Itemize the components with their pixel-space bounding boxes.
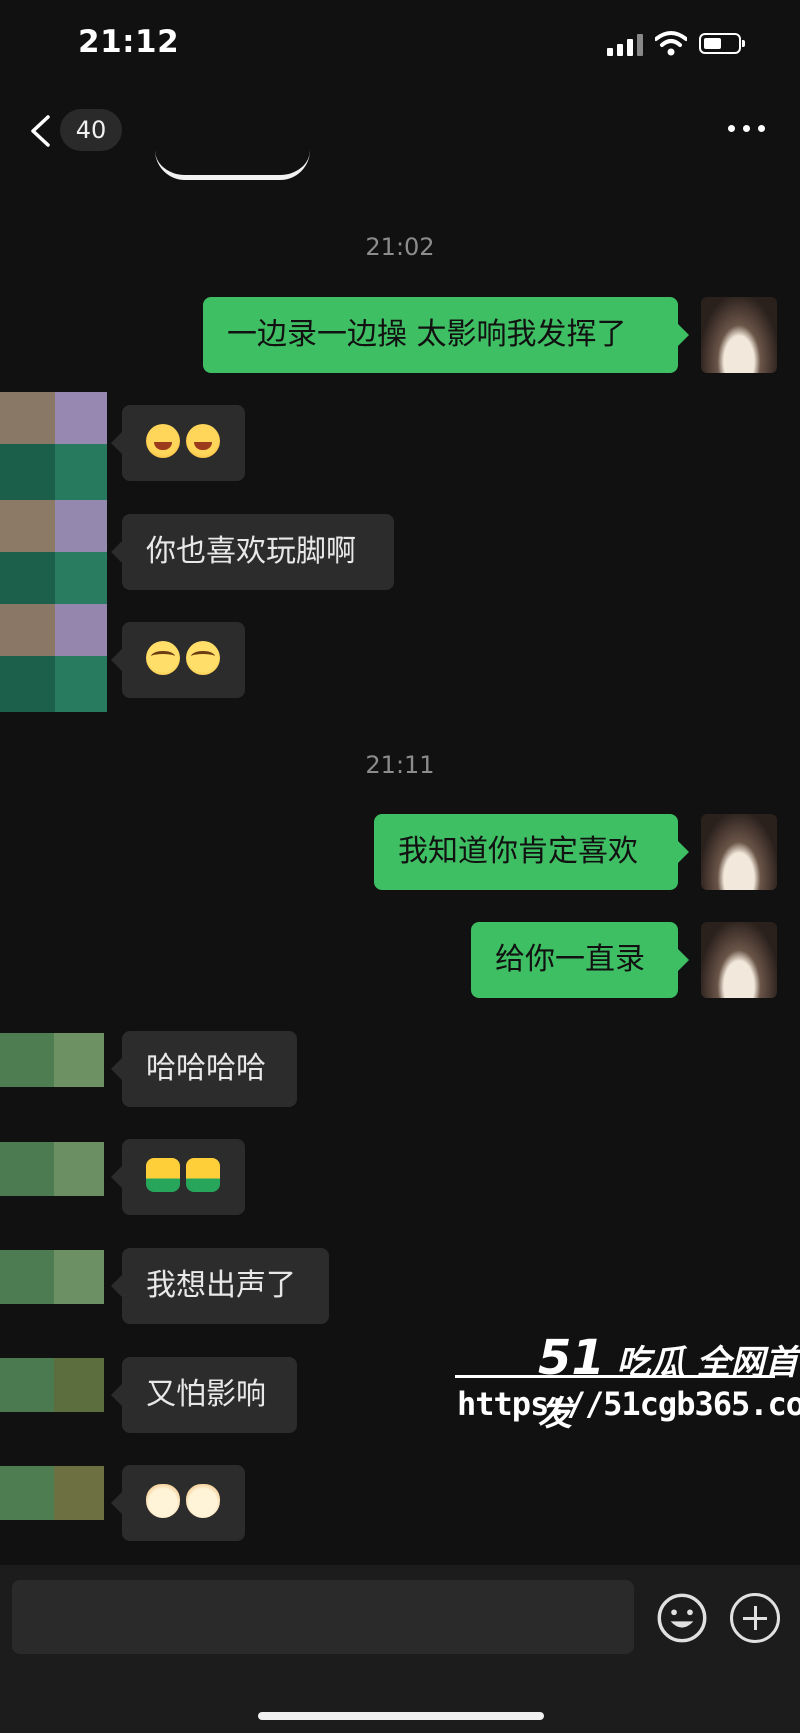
- message-bubble-sent[interactable]: 我知道你肯定喜欢: [374, 814, 689, 890]
- message-input[interactable]: [12, 1580, 634, 1654]
- laughing-emoji-icon: [186, 423, 220, 458]
- wifi-icon: [655, 31, 687, 56]
- add-attachment-icon[interactable]: [730, 1593, 780, 1643]
- title-area: [155, 150, 310, 180]
- cat-face-emoji-icon: [146, 1483, 180, 1518]
- message-timestamp: 21:11: [365, 751, 435, 779]
- message-bubble-sent[interactable]: 给你一直录: [471, 922, 689, 998]
- message-bubble-received[interactable]: 又怕影响: [111, 1357, 297, 1433]
- thumbs-up-emoji-icon: [186, 1157, 220, 1192]
- my-avatar[interactable]: [701, 297, 777, 373]
- back-chevron-icon[interactable]: [28, 114, 52, 148]
- message-bubble-received[interactable]: 你也喜欢玩脚啊: [111, 514, 394, 590]
- message-timestamp: 21:02: [365, 233, 435, 261]
- unread-count-badge[interactable]: 40: [60, 109, 122, 151]
- message-bubble-sent[interactable]: 一边录一边操 太影响我发挥了: [203, 297, 689, 373]
- emoji-picker-icon[interactable]: [657, 1593, 707, 1643]
- contact-avatar-pixelated[interactable]: [0, 1033, 104, 1087]
- status-time: 21:12: [78, 24, 180, 60]
- message-bubble-received[interactable]: [111, 1465, 245, 1541]
- more-options-icon[interactable]: [728, 120, 768, 138]
- contact-avatar-pixelated[interactable]: [0, 1466, 104, 1520]
- smiling-emoji-icon: [146, 640, 180, 675]
- my-avatar[interactable]: [701, 814, 777, 890]
- cat-face-emoji-icon: [186, 1483, 220, 1518]
- laughing-emoji-icon: [146, 423, 180, 458]
- contact-avatar-pixelated[interactable]: [0, 1250, 104, 1304]
- message-bubble-received[interactable]: [111, 1139, 245, 1215]
- watermark-divider: [455, 1375, 775, 1378]
- message-bubble-received[interactable]: [111, 405, 245, 481]
- message-bubble-received[interactable]: 我想出声了: [111, 1248, 329, 1324]
- contact-avatar-pixelated[interactable]: [0, 1358, 104, 1412]
- message-bubble-received[interactable]: [111, 622, 245, 698]
- smiling-emoji-icon: [186, 640, 220, 675]
- message-bubble-received[interactable]: 哈哈哈哈: [111, 1031, 297, 1107]
- my-avatar[interactable]: [701, 922, 777, 998]
- watermark-url: https://51cgb365.com: [457, 1385, 800, 1423]
- contact-avatar-pixelated[interactable]: [0, 392, 120, 712]
- cellular-signal-icon: [607, 34, 643, 56]
- battery-icon: [699, 33, 745, 54]
- contact-avatar-pixelated[interactable]: [0, 1142, 104, 1196]
- home-indicator[interactable]: [258, 1712, 544, 1720]
- thumbs-up-emoji-icon: [146, 1157, 180, 1192]
